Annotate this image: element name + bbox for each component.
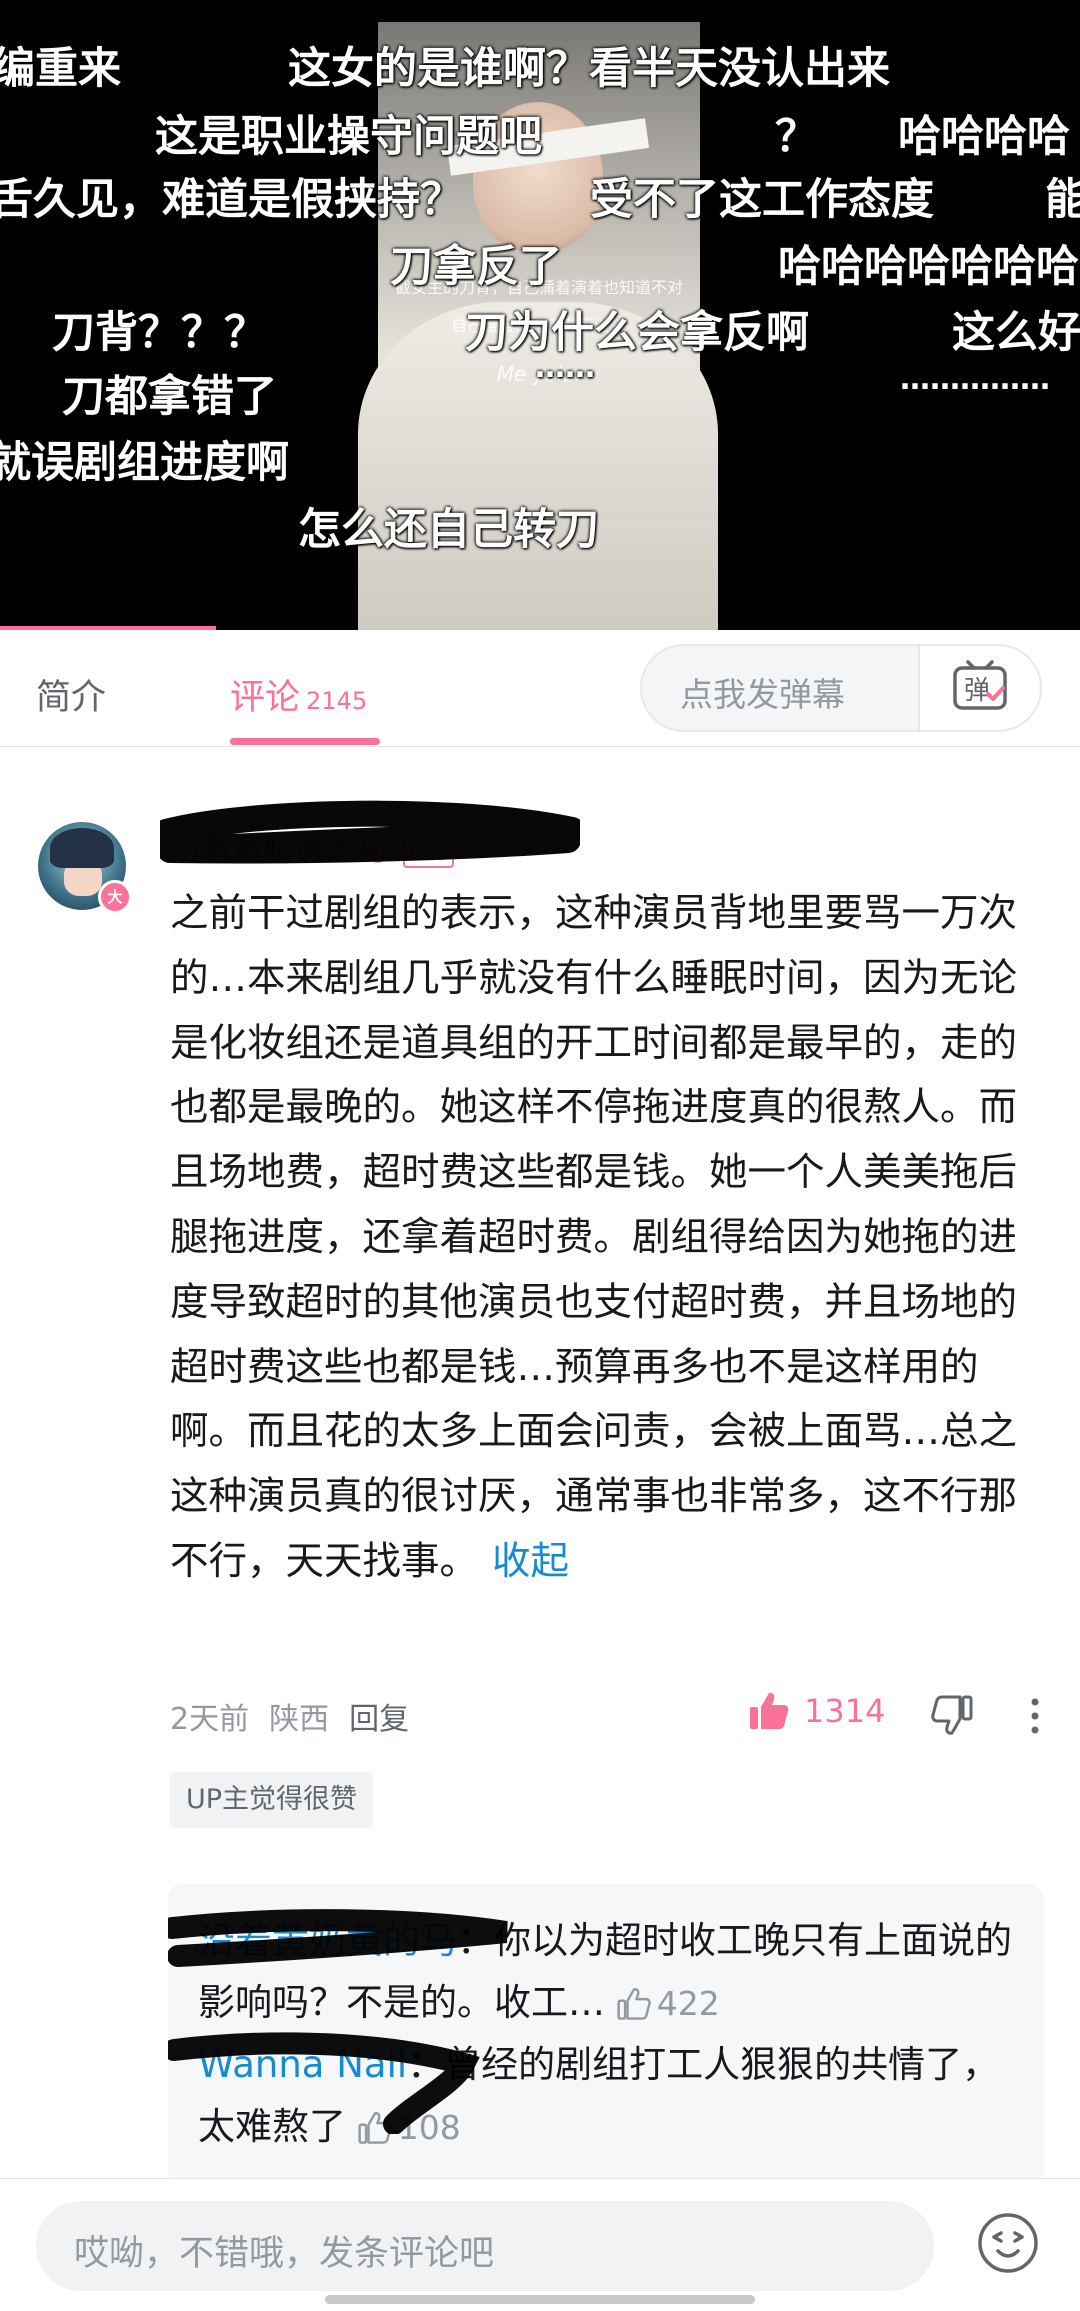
tab-comments-count: 2145	[306, 687, 368, 715]
comment-input[interactable]: 哎呦，不错哦，发条评论吧	[36, 2201, 934, 2291]
up-liked-tag: UP主觉得很赞	[170, 1772, 374, 1828]
danmaku-item: 受不了这工作态度	[590, 175, 934, 225]
danmaku-item: 刀为什么会拿反啊	[465, 308, 809, 358]
comment-body: 之前干过剧组的表示，这种演员背地里要骂一万次的…本来剧组几乎就没有什么睡眠时间，…	[170, 882, 1050, 1595]
comment-location: 陕西	[269, 1702, 330, 1737]
like-icon	[750, 1692, 789, 1729]
danmaku-item: 舌久见，难道是假挟持？	[0, 175, 463, 225]
danmaku-item: 刀背？？？	[52, 308, 267, 358]
danmaku-input[interactable]: 点我发弹幕 弹	[640, 644, 1042, 732]
danmaku-item: 就误剧组进度啊	[0, 438, 289, 488]
comment-meta: 2天前 陕西 回复	[170, 1694, 429, 1738]
reply-like-icon	[617, 1988, 651, 2020]
tab-intro[interactable]: 简介	[36, 669, 106, 720]
danmaku-item: 能	[1045, 175, 1080, 225]
more-icon[interactable]	[1020, 1694, 1050, 1738]
comment-input-placeholder: 哎呦，不错哦，发条评论吧	[74, 2234, 495, 2274]
avatar-hair	[50, 828, 114, 868]
danmaku-item: 编重来	[0, 44, 121, 94]
tab-comments-label: 评论	[230, 678, 301, 718]
danmaku-item: 这女的是谁啊？看半天没认出来	[288, 44, 890, 94]
tab-bar: 简介 评论 2145 点我发弹幕 弹	[0, 631, 1080, 747]
danmaku-item: 哈哈哈哈	[898, 112, 1070, 162]
collapse-link[interactable]: 收起	[492, 1539, 569, 1584]
comment-body-text: 之前干过剧组的表示，这种演员背地里要骂一万次的…本来剧组几乎就没有什么睡眠时间，…	[170, 891, 1018, 1584]
redaction-scribble	[168, 1909, 508, 1967]
danmaku-item: ……………	[900, 362, 1050, 397]
dislike-icon[interactable]	[930, 1693, 974, 1737]
reply-button[interactable]: 回复	[349, 1702, 409, 1737]
comment-time: 2天前	[170, 1702, 250, 1737]
home-indicator[interactable]	[325, 2295, 755, 2304]
tab-comments[interactable]: 评论 2145	[230, 669, 367, 720]
video-player[interactable]: 截女主的刀背，自己蒲着演着也知道不对 自己慢慢的把刀背反过来 Me yoiu. …	[0, 0, 1080, 630]
danmaku-item: ？	[775, 112, 818, 162]
avatar-badge: 大	[98, 880, 132, 914]
danmaku-item: 刀都拿错了	[62, 372, 277, 422]
reply-like-count: 422	[656, 1984, 720, 2023]
like-count: 1314	[804, 1692, 886, 1730]
comment-compose-bar: 哎呦，不错哦，发条评论吧	[0, 2178, 1080, 2311]
danmaku-icon-glyph: 弹	[964, 676, 990, 706]
danmaku-item: 刀拿反了	[390, 242, 562, 292]
danmaku-item: ……	[535, 350, 595, 385]
danmaku-item: 哈哈哈哈哈哈哈	[778, 242, 1079, 292]
danmaku-item: 这是职业操守问题吧	[155, 112, 542, 162]
tab-active-indicator	[230, 738, 380, 745]
danmaku-item: 这么好	[952, 308, 1080, 358]
redaction-scribble	[160, 800, 580, 864]
reply-like[interactable]: 422	[617, 1984, 720, 2023]
emoji-icon[interactable]	[976, 2211, 1040, 2275]
danmaku-item: 怎么还自己转刀	[298, 505, 599, 555]
video-progress-bar[interactable]	[0, 626, 216, 630]
redaction-scribble	[168, 2032, 480, 2134]
reply-preview-box[interactable]: 沿着黄奶黄的马：你以为超时收工晚只有上面说的影响吗？不是的。收工… 422 Wa…	[168, 1884, 1044, 2184]
danmaku-icon: 弹	[953, 660, 1007, 710]
danmaku-toggle-button[interactable]: 弹	[918, 646, 1040, 730]
danmaku-input-placeholder: 点我发弹幕	[680, 675, 845, 714]
